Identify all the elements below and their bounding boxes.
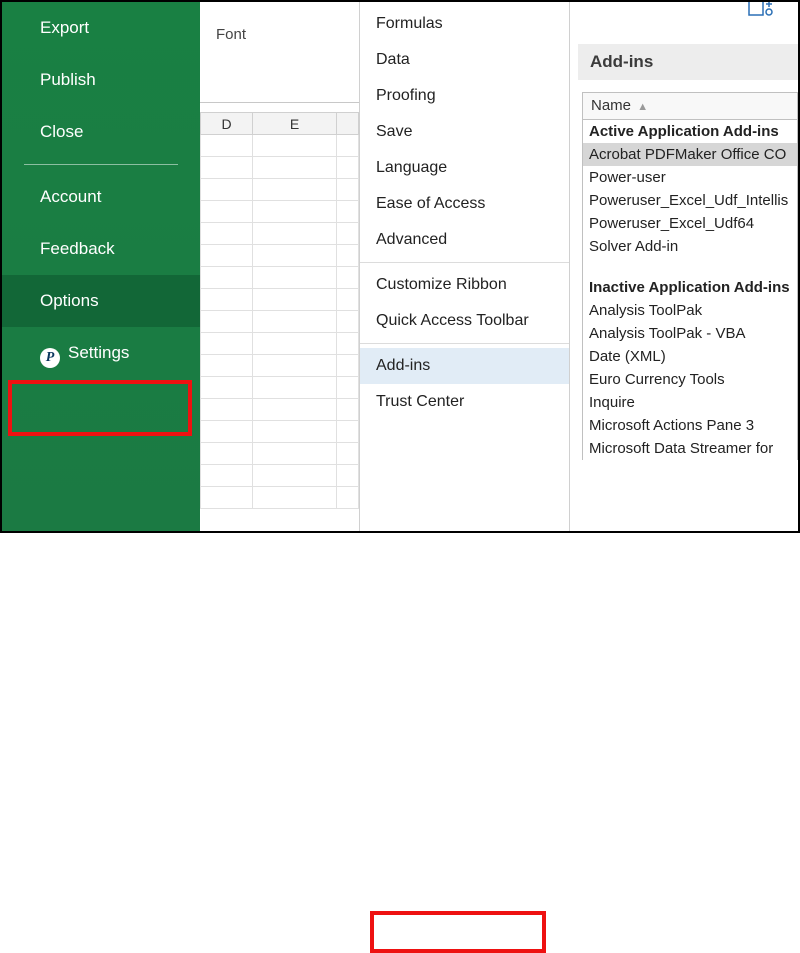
addin-row[interactable]: Inquire <box>583 391 797 414</box>
grid: D E <box>200 112 359 509</box>
addins-panel: Add-ins Name ▲ Active Application Add-in… <box>570 2 798 531</box>
addin-row[interactable]: Power-user <box>583 166 797 189</box>
category-proofing[interactable]: Proofing <box>360 78 569 114</box>
category-language[interactable]: Language <box>360 150 569 186</box>
addin-row[interactable]: Date (XML) <box>583 345 797 368</box>
category-ease-of-access[interactable]: Ease of Access <box>360 186 569 222</box>
spreadsheet-preview: Font D E <box>200 2 360 531</box>
backstage-item-settings[interactable]: P Settings <box>2 327 200 384</box>
annotation-highlight-addins <box>370 911 546 953</box>
addin-row[interactable]: Microsoft Actions Pane 3 <box>583 414 797 437</box>
group-active-addins: Active Application Add-ins <box>583 120 797 143</box>
label: Settings <box>68 343 129 362</box>
backstage-sidebar: Export Publish Close Account Feedback Op… <box>2 2 200 531</box>
label: Export <box>40 18 89 37</box>
separator <box>360 262 569 263</box>
backstage-item-options[interactable]: Options <box>2 275 200 327</box>
column-header-e[interactable]: E <box>253 113 337 135</box>
options-category-list: Formulas Data Proofing Save Language Eas… <box>360 2 570 531</box>
label: Options <box>40 291 99 310</box>
header-label: Name <box>591 97 631 114</box>
category-save[interactable]: Save <box>360 114 569 150</box>
category-add-ins[interactable]: Add-ins <box>360 348 569 384</box>
category-advanced[interactable]: Advanced <box>360 222 569 258</box>
backstage-item-publish[interactable]: Publish <box>2 54 200 106</box>
column-header-d[interactable]: D <box>201 113 253 135</box>
label: Publish <box>40 70 96 89</box>
category-customize-ribbon[interactable]: Customize Ribbon <box>360 267 569 303</box>
label: Account <box>40 187 101 206</box>
group-inactive-addins: Inactive Application Add-ins <box>583 276 797 299</box>
category-formulas[interactable]: Formulas <box>360 6 569 42</box>
sort-asc-icon: ▲ <box>637 101 648 113</box>
category-data[interactable]: Data <box>360 42 569 78</box>
addins-list-header-name[interactable]: Name ▲ <box>582 92 798 120</box>
separator <box>24 164 178 165</box>
addin-row[interactable]: Poweruser_Excel_Udf64 <box>583 212 797 235</box>
backstage-item-export[interactable]: Export <box>2 2 200 54</box>
addins-title: Add-ins <box>578 44 798 80</box>
ribbon-font-group-label: Font <box>216 26 246 43</box>
separator <box>360 343 569 344</box>
column-header-blank[interactable] <box>337 113 359 135</box>
addin-row[interactable]: Analysis ToolPak <box>583 299 797 322</box>
addin-header-icon <box>748 2 774 24</box>
label: Feedback <box>40 239 115 258</box>
backstage-item-account[interactable]: Account <box>2 171 200 223</box>
label: Close <box>40 122 83 141</box>
addin-row[interactable]: Microsoft Data Streamer for <box>583 437 797 460</box>
category-trust-center[interactable]: Trust Center <box>360 384 569 420</box>
poweruser-icon: P <box>40 348 60 368</box>
addin-row[interactable]: Analysis ToolPak - VBA <box>583 322 797 345</box>
addins-list: Active Application Add-ins Acrobat PDFMa… <box>582 120 798 460</box>
ribbon-border <box>200 102 359 103</box>
backstage-item-feedback[interactable]: Feedback <box>2 223 200 275</box>
addin-row[interactable]: Acrobat PDFMaker Office CO <box>583 143 797 166</box>
backstage-item-close[interactable]: Close <box>2 106 200 158</box>
addin-row[interactable]: Euro Currency Tools <box>583 368 797 391</box>
addin-row[interactable]: Solver Add-in <box>583 235 797 258</box>
addin-row[interactable]: Poweruser_Excel_Udf_Intellis <box>583 189 797 212</box>
category-quick-access-toolbar[interactable]: Quick Access Toolbar <box>360 303 569 339</box>
